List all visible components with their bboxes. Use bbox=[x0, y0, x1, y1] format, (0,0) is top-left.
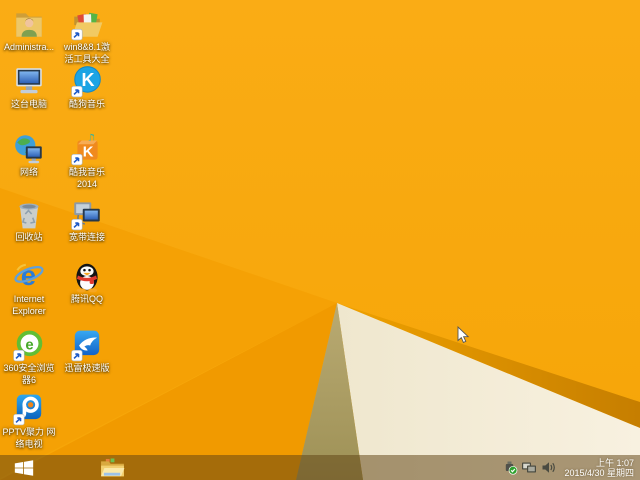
file-explorer-icon bbox=[100, 457, 124, 477]
desktop-icon-label: Internet Explorer bbox=[12, 294, 46, 316]
svg-text:K: K bbox=[82, 70, 95, 90]
desktop-icon-label: 宽带连接 bbox=[68, 232, 105, 242]
desktop-icon-label: 腾讯QQ bbox=[70, 294, 103, 304]
network-globe-icon bbox=[12, 132, 46, 166]
network-status-icon[interactable] bbox=[521, 460, 537, 476]
windows-desktop: Administra... win8&8.1激 活工具大全 这台电脑 K 酷狗音… bbox=[0, 0, 640, 480]
desktop-icon-win8-tools[interactable]: win8&8.1激 活工具大全 bbox=[58, 7, 116, 65]
internet-explorer-icon: e bbox=[12, 259, 46, 293]
desktop-icon-label: 360安全浏览 器6 bbox=[3, 363, 55, 385]
system-tray: 上午 1:07 2015/4/30 星期四 bbox=[499, 455, 634, 480]
desktop-icon-label: 回收站 bbox=[15, 232, 43, 242]
360-browser-icon: e bbox=[12, 328, 46, 362]
desktop-icon-label: 酷我音乐 2014 bbox=[68, 167, 105, 189]
desktop-icon-pptv[interactable]: PPTV聚力 网 络电视 bbox=[0, 392, 58, 450]
file-explorer-button[interactable] bbox=[94, 455, 130, 480]
taskbar-clock[interactable]: 上午 1:07 2015/4/30 星期四 bbox=[564, 458, 634, 478]
desktop-icon-label: Administra... bbox=[3, 42, 54, 52]
volume-icon[interactable] bbox=[540, 460, 556, 476]
safely-remove-hardware-icon[interactable] bbox=[502, 460, 518, 476]
desktop-icon-broadband[interactable]: 宽带连接 bbox=[58, 197, 116, 244]
desktop-icon-label: PPTV聚力 网 络电视 bbox=[2, 427, 56, 449]
desktop-icon-label: win8&8.1激 活工具大全 bbox=[63, 42, 111, 64]
svg-text:K: K bbox=[83, 144, 94, 160]
desktop-icon-label: 这台电脑 bbox=[10, 99, 47, 109]
broadband-connection-icon bbox=[70, 197, 104, 231]
clock-date: 2015/4/30 星期四 bbox=[564, 467, 634, 478]
start-button[interactable] bbox=[2, 455, 46, 480]
desktop-icon-label: 酷狗音乐 bbox=[68, 99, 105, 109]
mouse-cursor bbox=[457, 326, 470, 343]
desktop-icon-kuwo[interactable]: ♫ K 酷我音乐 2014 bbox=[58, 132, 116, 190]
desktop-icon-qq[interactable]: 腾讯QQ bbox=[58, 259, 116, 306]
svg-text:e: e bbox=[25, 337, 33, 353]
recycle-bin-icon bbox=[12, 197, 46, 231]
desktop-icon-recycle-bin[interactable]: 回收站 bbox=[0, 197, 58, 244]
qq-penguin-icon bbox=[70, 259, 104, 293]
user-folder-icon bbox=[12, 7, 46, 41]
kugou-music-icon: K bbox=[70, 64, 104, 98]
taskbar: 上午 1:07 2015/4/30 星期四 bbox=[0, 455, 640, 480]
open-folder-icon bbox=[70, 7, 104, 41]
desktop-icon-label: 网络 bbox=[19, 167, 38, 177]
desktop-icon-xunlei[interactable]: 迅雷极速版 bbox=[58, 328, 116, 375]
desktop-icon-label: 迅雷极速版 bbox=[64, 363, 110, 373]
computer-icon bbox=[12, 64, 46, 98]
desktop-icon-kugou[interactable]: K 酷狗音乐 bbox=[58, 64, 116, 111]
desktop-icon-360-browser[interactable]: e 360安全浏览 器6 bbox=[0, 328, 58, 386]
desktop-icon-network[interactable]: 网络 bbox=[0, 132, 58, 179]
windows-logo-icon bbox=[14, 459, 34, 476]
desktop-icon-this-pc[interactable]: 这台电脑 bbox=[0, 64, 58, 111]
desktop-icon-administrator[interactable]: Administra... bbox=[0, 7, 58, 54]
desktop-icon-internet-explorer[interactable]: e Internet Explorer bbox=[0, 259, 58, 317]
clock-time: 上午 1:07 bbox=[595, 457, 634, 468]
kuwo-music-icon: ♫ K bbox=[70, 132, 104, 166]
xunlei-bird-icon bbox=[70, 328, 104, 362]
pptv-icon bbox=[12, 392, 46, 426]
